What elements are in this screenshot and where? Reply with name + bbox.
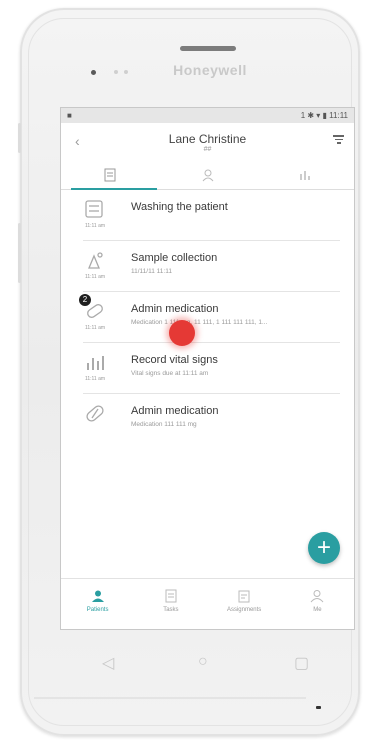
tasks-icon bbox=[165, 589, 177, 603]
recents-key-icon[interactable]: ▢ bbox=[294, 653, 309, 673]
task-title: Washing the patient bbox=[131, 201, 228, 213]
tab-bar bbox=[61, 161, 354, 190]
speaker-grille bbox=[180, 46, 236, 51]
list-item[interactable]: 11:11 am Record vital signs Vital signs … bbox=[83, 343, 340, 394]
camera-dot bbox=[114, 70, 118, 74]
status-indicators: 1 ✱ ▾ ▮ 11:11 bbox=[300, 111, 348, 120]
task-title: Admin medication bbox=[131, 405, 219, 417]
nav-label: Assignments bbox=[226, 607, 262, 613]
task-list: 11:11 am Washing the patient 11:11 am Sa… bbox=[61, 190, 354, 444]
nav-item-me[interactable]: Me bbox=[281, 579, 354, 629]
task-time: 11:11 am bbox=[84, 223, 106, 229]
list-item[interactable]: 11:11 am Sample collection 11/11/11 11:1… bbox=[83, 241, 340, 292]
nav-label: Me bbox=[313, 607, 322, 613]
vitals-icon bbox=[87, 356, 104, 370]
bottom-navigation: Patients Tasks Assignments Me bbox=[61, 578, 354, 629]
tab-charts[interactable] bbox=[256, 161, 354, 189]
task-time: 11:11 am bbox=[84, 274, 106, 280]
side-button-bottom bbox=[18, 223, 21, 283]
list-item[interactable]: 11:11 am Washing the patient bbox=[83, 190, 340, 241]
nav-item-assignments[interactable]: Assignments bbox=[208, 579, 281, 629]
task-subtitle: 11/11/11 11:11 bbox=[131, 268, 172, 275]
task-title: Admin medication bbox=[131, 303, 219, 315]
camera-dot-2 bbox=[124, 70, 128, 74]
task-title: Sample collection bbox=[131, 252, 218, 264]
status-bar: ■ 1 ✱ ▾ ▮ 11:11 bbox=[61, 108, 354, 123]
notification-icon: ■ bbox=[67, 111, 72, 120]
nav-item-patients[interactable]: Patients bbox=[61, 579, 134, 629]
app-bar: ‹ Lane Christine ## bbox=[61, 123, 354, 161]
task-time: 11:11 am bbox=[84, 376, 106, 382]
task-time: 11:11 am bbox=[84, 325, 106, 331]
chart-icon bbox=[300, 171, 310, 180]
task-subtitle: Medication 111 111 mg bbox=[131, 421, 197, 428]
list-item[interactable]: 2 11:11 am Admin medication Medication 1… bbox=[79, 292, 340, 343]
add-task-button[interactable]: + bbox=[308, 532, 340, 564]
filter-icon[interactable] bbox=[333, 133, 344, 146]
washing-icon bbox=[85, 200, 103, 218]
document-icon bbox=[104, 168, 116, 182]
device-chin-dot bbox=[316, 706, 321, 709]
pill-icon bbox=[86, 405, 104, 422]
back-key-icon[interactable]: ◁ bbox=[102, 653, 114, 673]
sensor-dot bbox=[91, 70, 96, 75]
tab-tasks[interactable] bbox=[61, 161, 159, 189]
device-chin-line bbox=[34, 697, 306, 699]
nav-label: Patients bbox=[86, 607, 109, 613]
task-title: Record vital signs bbox=[131, 354, 218, 366]
sample-icon bbox=[88, 252, 103, 269]
assignments-icon bbox=[238, 590, 250, 603]
patients-icon bbox=[91, 590, 104, 602]
page-title: Lane Christine bbox=[168, 132, 247, 146]
task-subtitle: Vital signs due at 11:11 am bbox=[131, 370, 209, 377]
me-icon bbox=[310, 590, 324, 603]
nav-label: Tasks bbox=[163, 607, 179, 613]
nav-item-tasks[interactable]: Tasks bbox=[134, 579, 207, 629]
side-button-top bbox=[18, 123, 21, 153]
person-icon bbox=[202, 169, 213, 182]
app-screen: ■ 1 ✱ ▾ ▮ 11:11 ‹ Lane Christine ## 11:1… bbox=[60, 107, 355, 630]
list-item[interactable]: Admin medication Medication 111 111 mg bbox=[83, 394, 340, 444]
touch-indicator bbox=[169, 320, 195, 346]
medication-icon bbox=[87, 304, 103, 318]
task-subtitle: Medication 1 111 mg, 11 111, 1 111 111 1… bbox=[131, 319, 268, 326]
page-subtitle: ## bbox=[203, 146, 212, 153]
brand-logo: Honeywell bbox=[173, 62, 247, 78]
home-key-icon[interactable]: ○ bbox=[198, 653, 208, 671]
tab-profile[interactable] bbox=[159, 161, 257, 189]
